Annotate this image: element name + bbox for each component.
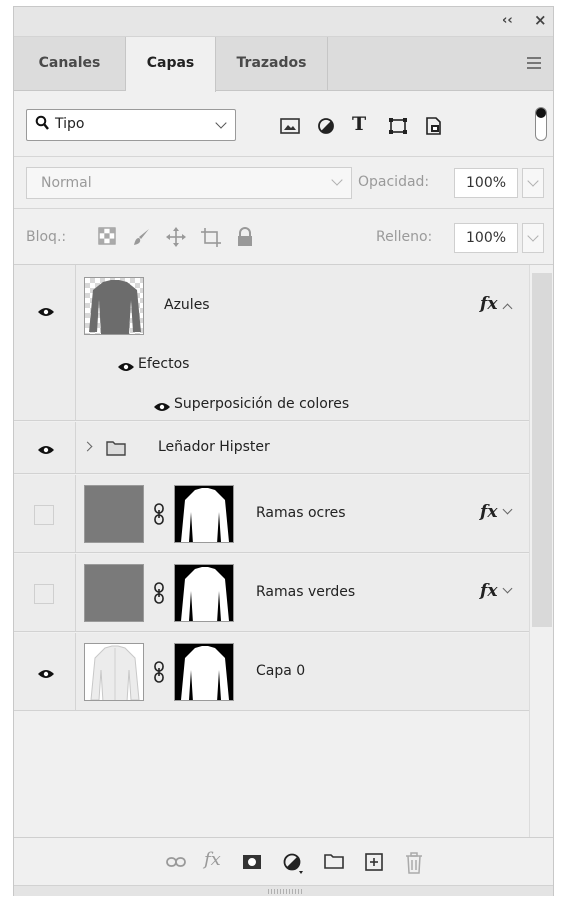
new-layer-icon[interactable] [364,852,384,872]
layer-mask-thumbnail[interactable] [174,485,234,543]
eye-icon[interactable] [118,360,134,371]
opacity-dropdown[interactable] [522,168,544,198]
effect-name[interactable]: Superposición de colores [174,396,349,412]
blend-row: Normal Opacidad: 100% [14,157,553,209]
layer-thumbnail[interactable] [84,564,144,622]
layer-row-ramas-ocres[interactable]: Ramas ocres fx [14,475,553,553]
chevron-down-icon [527,175,539,187]
layer-row-ramas-verdes[interactable]: Ramas verdes fx [14,554,553,632]
filter-kind-select[interactable]: Tipo [26,109,236,141]
folder-icon [106,440,126,460]
eye-icon[interactable] [38,305,54,316]
link-layers-icon[interactable] [166,852,186,872]
layer-name[interactable]: Ramas verdes [256,584,355,600]
layer-thumbnail[interactable] [84,485,144,543]
layers-scrollbar[interactable] [529,265,553,837]
layer-name[interactable]: Azules [164,297,210,313]
search-icon [35,115,49,135]
visibility-column [14,554,76,631]
visibility-toggle-empty[interactable] [34,584,54,604]
smart-object-filter-icon[interactable] [424,117,444,135]
lock-position-icon[interactable] [166,227,186,247]
visibility-column [14,475,76,552]
tab-trazados[interactable]: Trazados [216,37,328,91]
chevron-down-icon [215,117,227,129]
fill-dropdown[interactable] [522,223,544,253]
fill-field[interactable]: 100% [454,223,518,253]
panel-tabs: Canales Capas Trazados [14,37,553,92]
layer-thumbnail[interactable] [84,277,144,335]
panel-resize-grip[interactable] [14,885,553,896]
lock-row: Bloq.: Relleno: 100% [14,209,553,265]
filter-row: Tipo T [14,91,553,157]
type-filter-icon[interactable]: T [352,113,372,135]
layer-name[interactable]: Ramas ocres [256,505,346,521]
chevron-down-icon [527,230,539,242]
expand-group-chevron-icon[interactable] [82,441,93,452]
layer-mask-thumbnail[interactable] [174,564,234,622]
eye-icon[interactable] [38,667,54,678]
adjustment-filter-icon[interactable] [316,117,336,135]
lock-label: Bloq.: [26,229,67,245]
fx-badge[interactable]: fx [480,502,497,522]
delete-icon[interactable] [404,852,424,874]
chevron-down-icon[interactable] [502,583,513,594]
link-chain-icon[interactable] [152,582,166,604]
filter-toggle[interactable] [535,107,547,141]
visibility-column [14,265,76,420]
chevron-up-icon[interactable] [502,303,513,314]
visibility-column [14,422,76,473]
shape-filter-icon[interactable] [388,117,408,135]
chevron-down-icon [331,174,343,186]
chevron-down-icon[interactable] [502,504,513,515]
visibility-toggle-empty[interactable] [34,505,54,525]
layer-name[interactable]: Capa 0 [256,663,305,679]
fx-badge[interactable]: fx [480,294,497,314]
panel-titlebar: ‹‹ × [14,7,553,37]
layer-row-azules[interactable]: Azules fx Efectos Superposición de color… [14,265,553,421]
lock-artboard-icon[interactable] [200,227,221,247]
scrollbar-thumb[interactable] [532,273,552,627]
layer-row-lenador-hipster[interactable]: Leñador Hipster [14,422,553,474]
add-mask-icon[interactable] [242,852,262,872]
opacity-label: Opacidad: [358,174,430,190]
tab-canales[interactable]: Canales [14,37,126,91]
new-group-icon[interactable] [324,852,344,872]
eye-icon[interactable] [38,443,54,454]
layers-bottom-toolbar: fx [14,837,553,885]
add-style-icon[interactable]: fx [204,849,224,870]
layer-name[interactable]: Leñador Hipster [158,439,270,455]
lock-image-pixels-icon[interactable] [132,227,152,247]
blend-mode-select[interactable]: Normal [26,167,352,199]
lock-transparent-pixels-icon[interactable] [98,227,118,247]
image-filter-icon[interactable] [280,117,300,135]
filter-kind-label: Tipo [55,116,85,132]
panel-menu-icon[interactable] [527,57,541,69]
blend-mode-value: Normal [41,175,92,191]
new-adjustment-icon[interactable] [282,852,303,874]
close-panel-icon[interactable]: × [534,11,547,29]
layer-row-capa-0[interactable]: Capa 0 [14,633,553,711]
fill-label: Relleno: [376,229,433,245]
collapse-panel-icon[interactable]: ‹‹ [502,13,513,28]
layer-thumbnail[interactable] [84,643,144,701]
visibility-column [14,633,76,710]
fx-badge[interactable]: fx [480,581,497,601]
layers-list: Azules fx Efectos Superposición de color… [14,265,553,837]
opacity-field[interactable]: 100% [454,168,518,198]
eye-icon[interactable] [154,400,170,411]
lock-all-icon[interactable] [236,227,256,247]
layers-panel: ‹‹ × Canales Capas Trazados Tipo T Norma… [13,6,554,896]
link-chain-icon[interactable] [152,503,166,525]
tab-capas[interactable]: Capas [126,37,216,92]
effects-label[interactable]: Efectos [138,356,189,372]
layer-mask-thumbnail[interactable] [174,643,234,701]
link-chain-icon[interactable] [152,661,166,683]
